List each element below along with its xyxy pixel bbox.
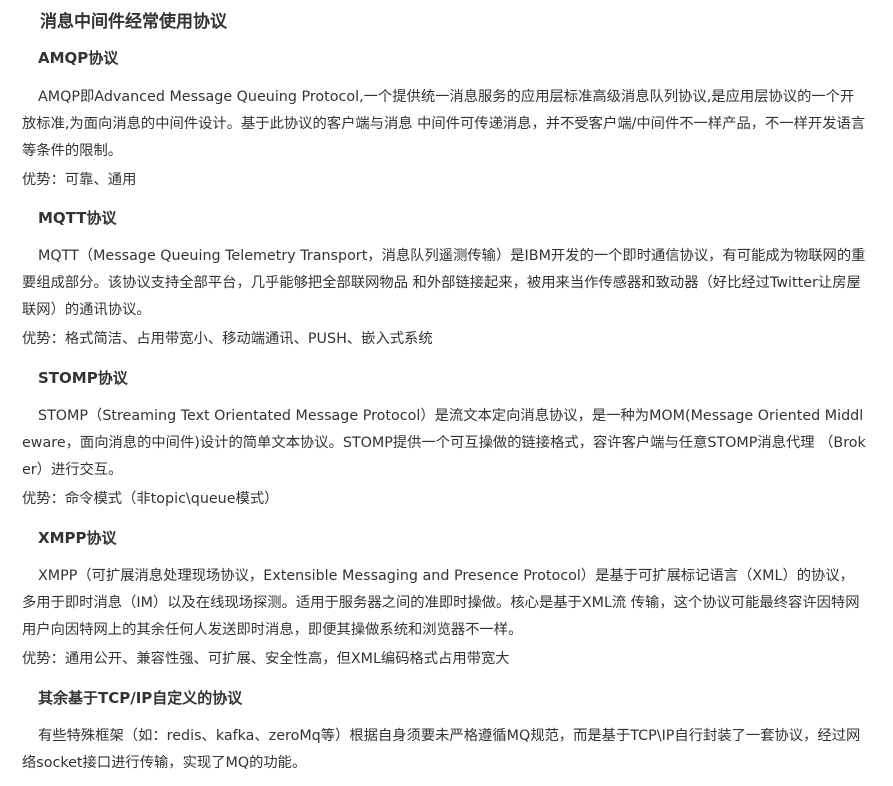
section-heading-stomp: STOMP协议 bbox=[38, 369, 128, 387]
section-heading-mqtt: MQTT协议 bbox=[38, 209, 117, 227]
section-body-xmpp: XMPP（可扩展消息处理现场协议，Extensible Messaging an… bbox=[22, 568, 860, 638]
page-title: 消息中间件经常使用协议 bbox=[40, 12, 227, 32]
section-body-amqp: AMQP即Advanced Message Queuing Protocol,一… bbox=[22, 89, 866, 159]
section-advantages-xmpp: 优势：通用公开、兼容性强、可扩展、安全性高，但XML编码格式占用带宽大 bbox=[22, 651, 510, 667]
section-body-stomp: STOMP（Streaming Text Orientated Message … bbox=[22, 408, 866, 478]
section-body-custom-tcpip: 有些特殊框架（如：redis、kafka、zeroMq等）根据自身须要未严格遵循… bbox=[22, 728, 861, 771]
section-advantages-stomp: 优势：命令模式（非topic\queue模式） bbox=[22, 491, 279, 507]
section-advantages-amqp: 优势：可靠、通用 bbox=[22, 172, 137, 188]
article: 消息中间件经常使用协议 AMQP协议 AMQP即Advanced Message… bbox=[0, 0, 893, 786]
section-heading-xmpp: XMPP协议 bbox=[38, 529, 117, 547]
section-heading-custom-tcpip: 其余基于TCP/IP自定义的协议 bbox=[38, 689, 243, 707]
section-advantages-mqtt: 优势：格式简洁、占用带宽小、移动端通讯、PUSH、嵌入式系统 bbox=[22, 331, 433, 347]
section-heading-amqp: AMQP协议 bbox=[38, 49, 119, 67]
section-body-mqtt: MQTT（Message Queuing Telemetry Transport… bbox=[22, 248, 866, 318]
